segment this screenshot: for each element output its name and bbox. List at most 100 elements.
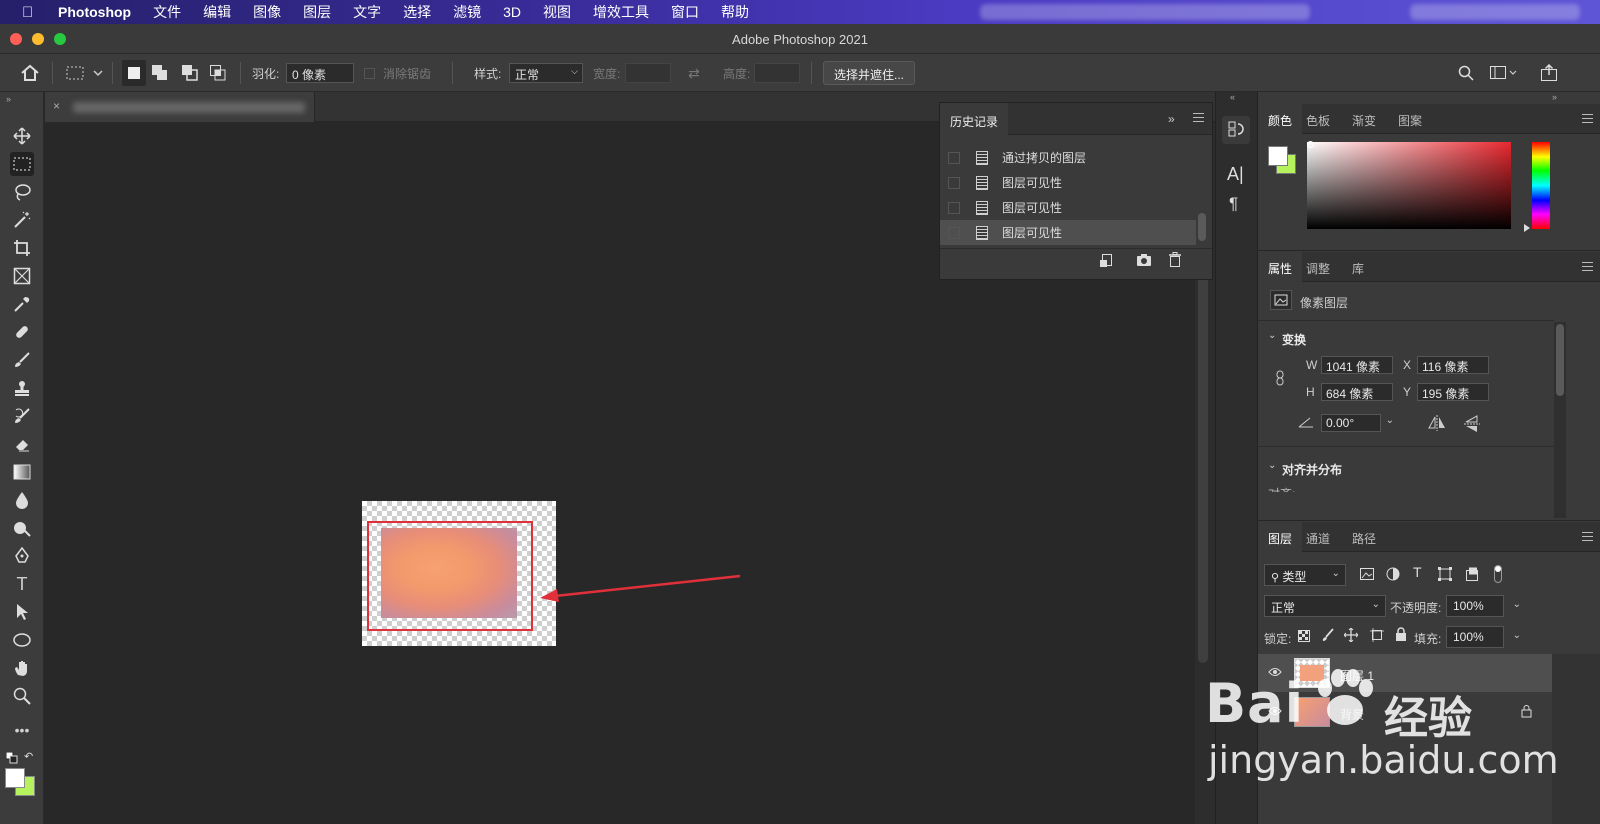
tab-gradients[interactable]: 渐变: [1342, 104, 1386, 134]
width-field[interactable]: 1041 像素: [1321, 356, 1393, 374]
history-snapshot-checkbox[interactable]: [948, 151, 960, 164]
apple-icon[interactable]: : [22, 4, 42, 21]
lock-position-icon[interactable]: [1343, 627, 1359, 645]
panel-menu-icon[interactable]: [1582, 532, 1593, 541]
history-panel-icon[interactable]: [1222, 116, 1250, 144]
paragraph-panel-icon[interactable]: ¶: [1229, 194, 1238, 214]
path-selection-tool-icon[interactable]: [10, 600, 34, 624]
brush-tool-icon[interactable]: [10, 348, 34, 372]
expand-icon[interactable]: «: [1230, 92, 1235, 102]
history-item[interactable]: 图层可见性: [940, 170, 1196, 195]
menu-select[interactable]: 选择: [403, 2, 431, 22]
history-snapshot-checkbox[interactable]: [948, 226, 960, 239]
menu-type[interactable]: 文字: [353, 2, 381, 22]
chevron-down-icon[interactable]: ⌄: [1386, 415, 1394, 426]
tab-history[interactable]: 历史记录: [940, 103, 1008, 135]
more-tools-icon[interactable]: •••: [10, 718, 34, 742]
tab-paths[interactable]: 路径: [1342, 522, 1386, 552]
dodge-tool-icon[interactable]: [10, 516, 34, 540]
search-icon[interactable]: [1458, 54, 1474, 92]
close-tab-icon[interactable]: ×: [53, 99, 60, 113]
swap-colors-icon[interactable]: ↶: [24, 750, 33, 763]
eraser-tool-icon[interactable]: [10, 432, 34, 456]
ellipse-tool-icon[interactable]: [10, 628, 34, 652]
flip-horizontal-icon[interactable]: [1427, 415, 1447, 434]
subtract-selection-icon[interactable]: [182, 54, 198, 92]
menu-layer[interactable]: 图层: [303, 2, 331, 22]
history-brush-tool-icon[interactable]: [10, 404, 34, 428]
height-field[interactable]: 684 像素: [1321, 383, 1393, 401]
x-field[interactable]: 116 像素: [1417, 356, 1489, 374]
collapse-panel-icon[interactable]: »: [1168, 112, 1175, 126]
menu-filter[interactable]: 滤镜: [453, 2, 481, 22]
new-document-from-state-icon[interactable]: [1100, 253, 1114, 270]
history-item[interactable]: 通过拷贝的图层: [940, 145, 1196, 170]
swap-dimensions-icon[interactable]: ⇄: [688, 54, 700, 92]
history-scrollbar[interactable]: [1198, 213, 1206, 241]
opacity-field[interactable]: 100% ⌄: [1446, 595, 1521, 617]
antialias-checkbox[interactable]: [364, 67, 375, 79]
menu-image[interactable]: 图像: [253, 2, 281, 22]
scrollbar-thumb[interactable]: [1556, 324, 1564, 396]
filter-type-icon[interactable]: T: [1413, 564, 1422, 580]
hue-slider[interactable]: [1532, 142, 1550, 229]
tab-adjustments[interactable]: 调整: [1296, 252, 1340, 282]
menu-view[interactable]: 视图: [543, 2, 571, 22]
history-snapshot-checkbox[interactable]: [948, 176, 960, 189]
feather-input[interactable]: 0 像素: [286, 63, 354, 83]
menu-window[interactable]: 窗口: [671, 2, 699, 22]
style-select[interactable]: 正常 ⌵: [509, 63, 583, 83]
width-input[interactable]: [625, 63, 671, 83]
intersect-selection-icon[interactable]: [210, 54, 226, 92]
height-input[interactable]: [754, 63, 800, 83]
lock-artboard-icon[interactable]: [1370, 628, 1384, 645]
magic-wand-tool-icon[interactable]: [10, 208, 34, 232]
tab-patterns[interactable]: 图案: [1388, 104, 1432, 134]
document-tab[interactable]: ×: [45, 92, 315, 122]
lock-transparent-icon[interactable]: [1298, 630, 1310, 645]
link-icon[interactable]: [1274, 370, 1286, 389]
menu-plugins[interactable]: 增效工具: [593, 2, 649, 22]
foreground-color-swatch[interactable]: [5, 768, 25, 788]
collapse-dock-icon[interactable]: »: [1552, 92, 1557, 102]
hue-slider-handle[interactable]: [1524, 224, 1530, 232]
panel-menu-icon[interactable]: [1582, 262, 1593, 271]
filter-shape-icon[interactable]: [1438, 567, 1452, 584]
collapse-icon[interactable]: »: [6, 94, 11, 104]
default-colors-icon[interactable]: [5, 751, 18, 767]
menu-3d[interactable]: 3D: [503, 4, 521, 20]
filter-pixel-icon[interactable]: [1360, 568, 1374, 583]
history-snapshot-checkbox[interactable]: [948, 201, 960, 214]
lasso-tool-icon[interactable]: [10, 180, 34, 204]
app-menu-photoshop[interactable]: Photoshop: [58, 4, 131, 20]
menu-help[interactable]: 帮助: [721, 2, 749, 22]
blend-mode-select[interactable]: 正常 ⌄: [1264, 595, 1386, 617]
lock-all-icon[interactable]: [1395, 627, 1407, 644]
pen-tool-icon[interactable]: [10, 544, 34, 568]
workspace-icon[interactable]: [1490, 54, 1520, 92]
panel-menu-icon[interactable]: [1582, 114, 1593, 123]
panel-menu-icon[interactable]: [1193, 113, 1204, 122]
chevron-down-icon[interactable]: ⌄: [1513, 630, 1521, 641]
menu-file[interactable]: 文件: [153, 2, 181, 22]
crop-tool-icon[interactable]: [10, 236, 34, 260]
menu-edit[interactable]: 编辑: [203, 2, 231, 22]
layer-filter-select[interactable]: ⚲ 类型 ⌄: [1264, 564, 1346, 586]
filter-toggle[interactable]: [1494, 565, 1502, 583]
document-image[interactable]: [362, 501, 556, 646]
chevron-down-icon[interactable]: ⌄: [1268, 460, 1276, 471]
blur-tool-icon[interactable]: [10, 488, 34, 512]
chevron-down-icon[interactable]: ⌄: [1268, 330, 1276, 341]
zoom-tool-icon[interactable]: [10, 684, 34, 708]
flip-vertical-icon[interactable]: [1464, 414, 1480, 437]
home-icon[interactable]: [20, 54, 40, 92]
healing-brush-tool-icon[interactable]: [10, 320, 34, 344]
type-tool-icon[interactable]: T: [10, 572, 34, 596]
filter-smart-object-icon[interactable]: [1465, 567, 1479, 584]
share-icon[interactable]: [1540, 54, 1558, 92]
marquee-preset-icon[interactable]: [66, 54, 106, 92]
gradient-tool-icon[interactable]: [10, 460, 34, 484]
chevron-down-icon[interactable]: ⌄: [1513, 599, 1521, 610]
clone-stamp-tool-icon[interactable]: [10, 376, 34, 400]
angle-field[interactable]: 0.00° ⌄: [1321, 414, 1394, 432]
